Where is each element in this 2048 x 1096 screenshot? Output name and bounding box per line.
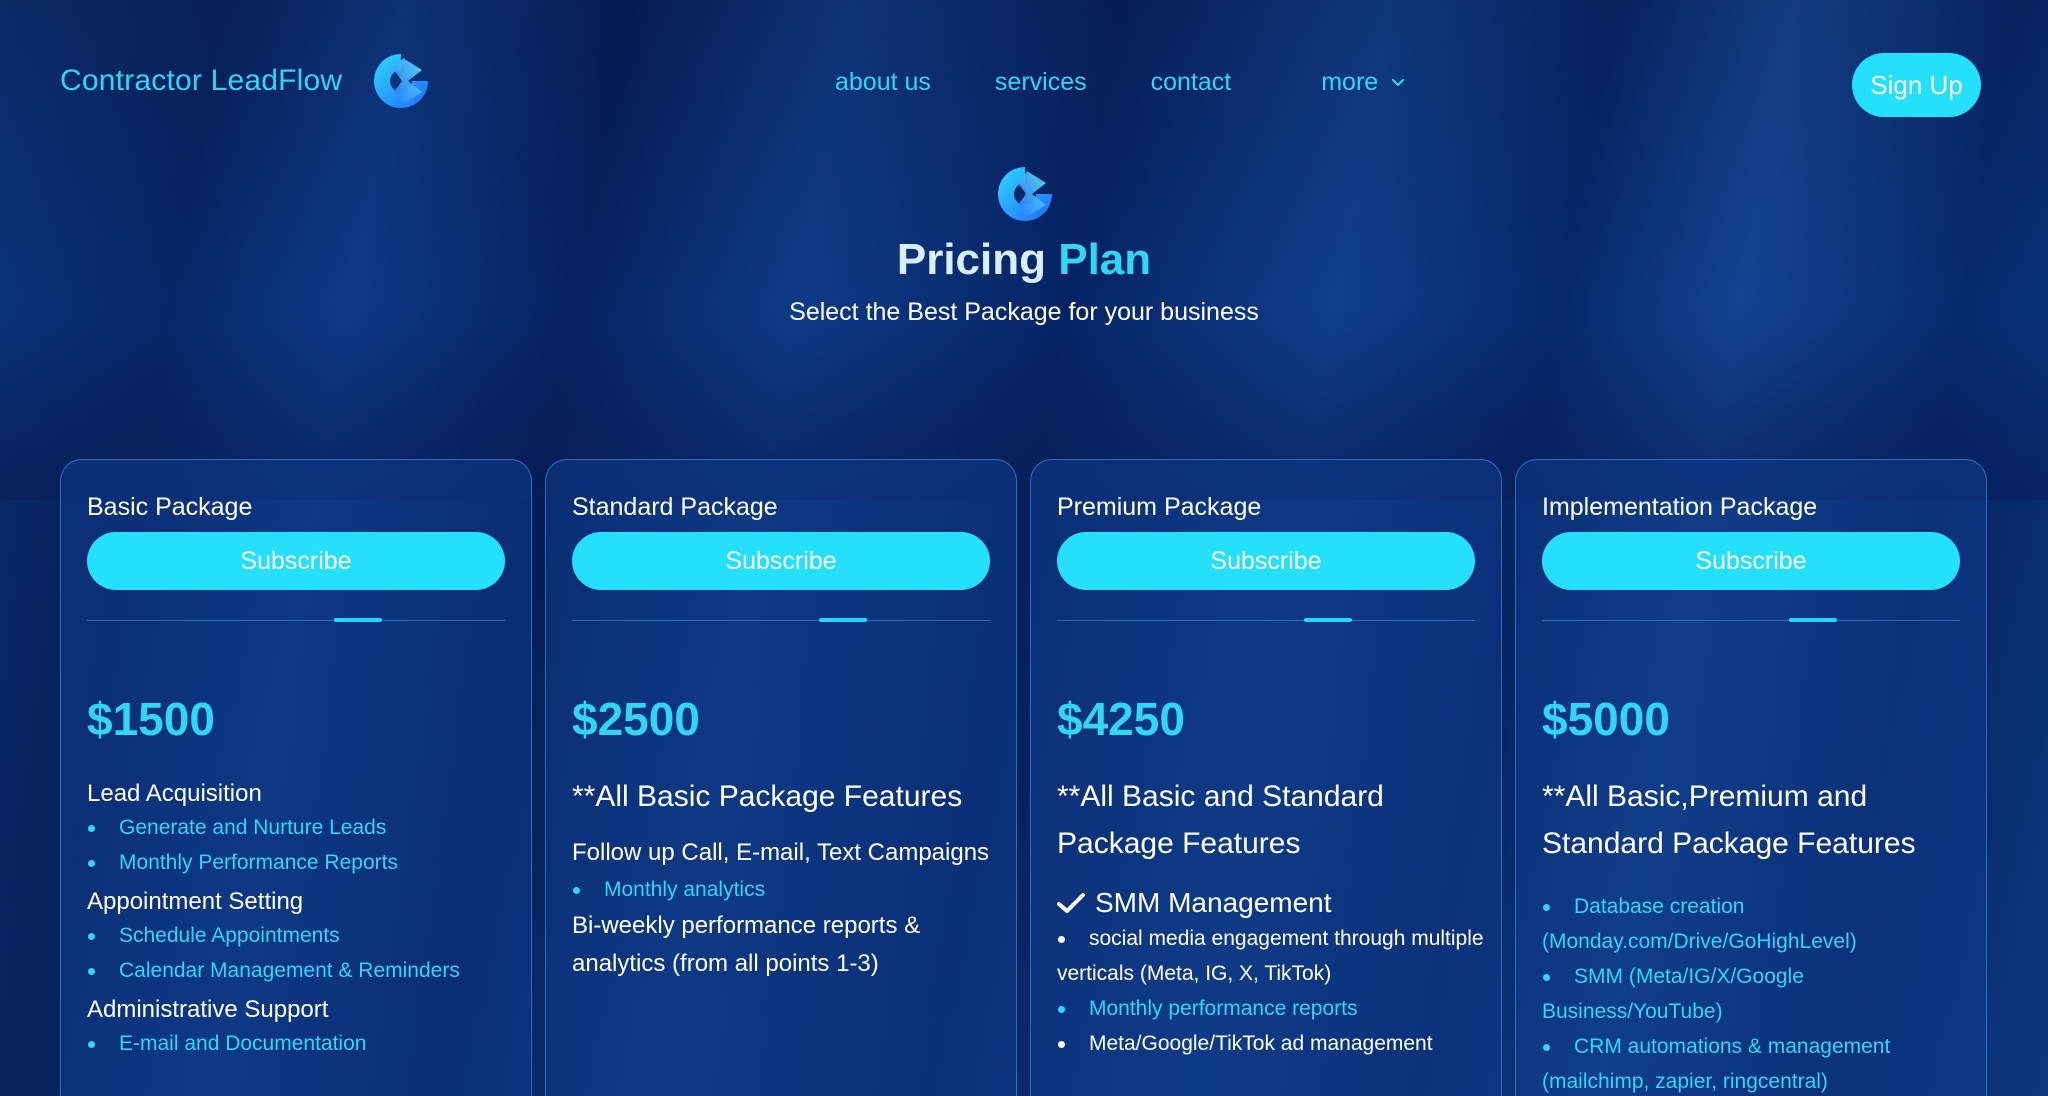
list-item: Calendar Management & Reminders	[87, 953, 517, 988]
divider-accent	[334, 618, 382, 622]
feature-list: Schedule Appointments Calendar Managemen…	[87, 918, 517, 988]
subscribe-button-standard[interactable]: Subscribe	[572, 532, 990, 590]
section-heading: Lead Acquisition	[87, 780, 262, 807]
nav-contact[interactable]: contact	[1151, 68, 1232, 97]
list-item: SMM (Meta/IG/X/Google Business/YouTube)	[1542, 959, 1972, 1029]
list-item: E-mail and Documentation	[87, 1026, 517, 1061]
card-features: **All Basic Package Features Follow up C…	[572, 773, 1002, 983]
card-features: **All Basic,Premium and Standard Package…	[1542, 773, 1972, 1096]
brand-logo-icon[interactable]	[372, 52, 430, 110]
card-divider	[1542, 620, 1960, 621]
nav-more-dropdown[interactable]: more	[1321, 68, 1406, 97]
list-item: Database creation (Monday.com/Drive/GoHi…	[1542, 889, 1972, 959]
pricing-card-implementation: Implementation Package Subscribe $5000 *…	[1515, 459, 1987, 1096]
section-heading: Administrative Support	[87, 996, 329, 1023]
feature-list: social media engagement through multiple…	[1057, 921, 1487, 1061]
main-nav: about us services contact more	[835, 68, 1406, 97]
hero-logo-icon	[998, 167, 1052, 221]
list-item: Generate and Nurture Leads	[87, 810, 517, 845]
card-features: Lead Acquisition Generate and Nurture Le…	[87, 778, 517, 1061]
feature-list: Monthly analytics	[572, 872, 1002, 907]
pricing-card-premium: Premium Package Subscribe $4250 **All Ba…	[1030, 459, 1502, 1096]
card-divider	[1057, 620, 1475, 621]
brand-name[interactable]: Contractor LeadFlow	[60, 64, 342, 98]
feature-list: Database creation (Monday.com/Drive/GoHi…	[1542, 889, 1972, 1096]
nav-about-us[interactable]: about us	[835, 68, 931, 97]
nav-more-label: more	[1321, 68, 1379, 96]
pricing-card-standard: Standard Package Subscribe $2500 **All B…	[545, 459, 1017, 1096]
feature-header: **All Basic and Standard Package Feature…	[1057, 780, 1384, 860]
page-subtitle: Select the Best Package for your busines…	[789, 298, 1259, 326]
nav-services[interactable]: services	[995, 68, 1087, 97]
subscribe-button-implementation[interactable]: Subscribe	[1542, 532, 1960, 590]
divider-accent	[1304, 618, 1352, 622]
feature-list: Generate and Nurture Leads Monthly Perfo…	[87, 810, 517, 880]
chevron-down-icon	[1392, 78, 1405, 86]
section-heading: SMM Management	[1057, 885, 1332, 921]
card-price: $4250	[1057, 693, 1185, 745]
divider-accent	[1789, 618, 1837, 622]
card-price: $2500	[572, 693, 700, 745]
list-item: Monthly performance reports	[1057, 991, 1487, 1026]
list-item: Monthly Performance Reports	[87, 845, 517, 880]
card-title: Implementation Package	[1542, 493, 1818, 521]
card-features: **All Basic and Standard Package Feature…	[1057, 773, 1487, 1061]
list-item: Meta/Google/TikTok ad management	[1057, 1026, 1487, 1061]
card-price: $5000	[1542, 693, 1670, 745]
card-title: Premium Package	[1057, 493, 1262, 521]
list-item: social media engagement through multiple…	[1057, 921, 1487, 991]
card-price: $1500	[87, 693, 215, 745]
list-item: Monthly analytics	[572, 872, 1002, 907]
list-item: CRM automations & management (mailchimp,…	[1542, 1029, 1972, 1096]
brand[interactable]: Contractor LeadFlow	[60, 52, 430, 110]
page-title-word-1: Pricing	[896, 235, 1046, 284]
section-heading: Follow up Call, E-mail, Text Campaigns	[572, 839, 990, 866]
feature-header: **All Basic,Premium and Standard Package…	[1542, 780, 1916, 860]
card-divider	[87, 620, 505, 621]
page: Contractor LeadFlow about us services co…	[0, 0, 2048, 1096]
page-title-word-2: Plan	[1058, 235, 1152, 284]
subscribe-button-basic[interactable]: Subscribe	[87, 532, 505, 590]
list-item: Schedule Appointments	[87, 918, 517, 953]
check-icon	[1057, 893, 1085, 913]
subscribe-button-premium[interactable]: Subscribe	[1057, 532, 1475, 590]
card-title: Standard Package	[572, 493, 778, 521]
pricing-card-basic: Basic Package Subscribe $1500 Lead Acqui…	[60, 459, 532, 1096]
page-title: Pricing Plan	[0, 235, 2048, 285]
sign-up-button[interactable]: Sign Up	[1852, 53, 1981, 117]
feature-header: **All Basic Package Features	[572, 780, 963, 813]
section-heading: Bi-weekly performance reports & analytic…	[572, 912, 921, 977]
feature-list: E-mail and Documentation	[87, 1026, 517, 1061]
site-header: Contractor LeadFlow about us services co…	[0, 0, 2048, 175]
section-heading: Appointment Setting	[87, 888, 304, 915]
section-heading-label: SMM Management	[1095, 887, 1332, 918]
divider-accent	[819, 618, 867, 622]
card-title: Basic Package	[87, 493, 253, 521]
card-divider	[572, 620, 990, 621]
